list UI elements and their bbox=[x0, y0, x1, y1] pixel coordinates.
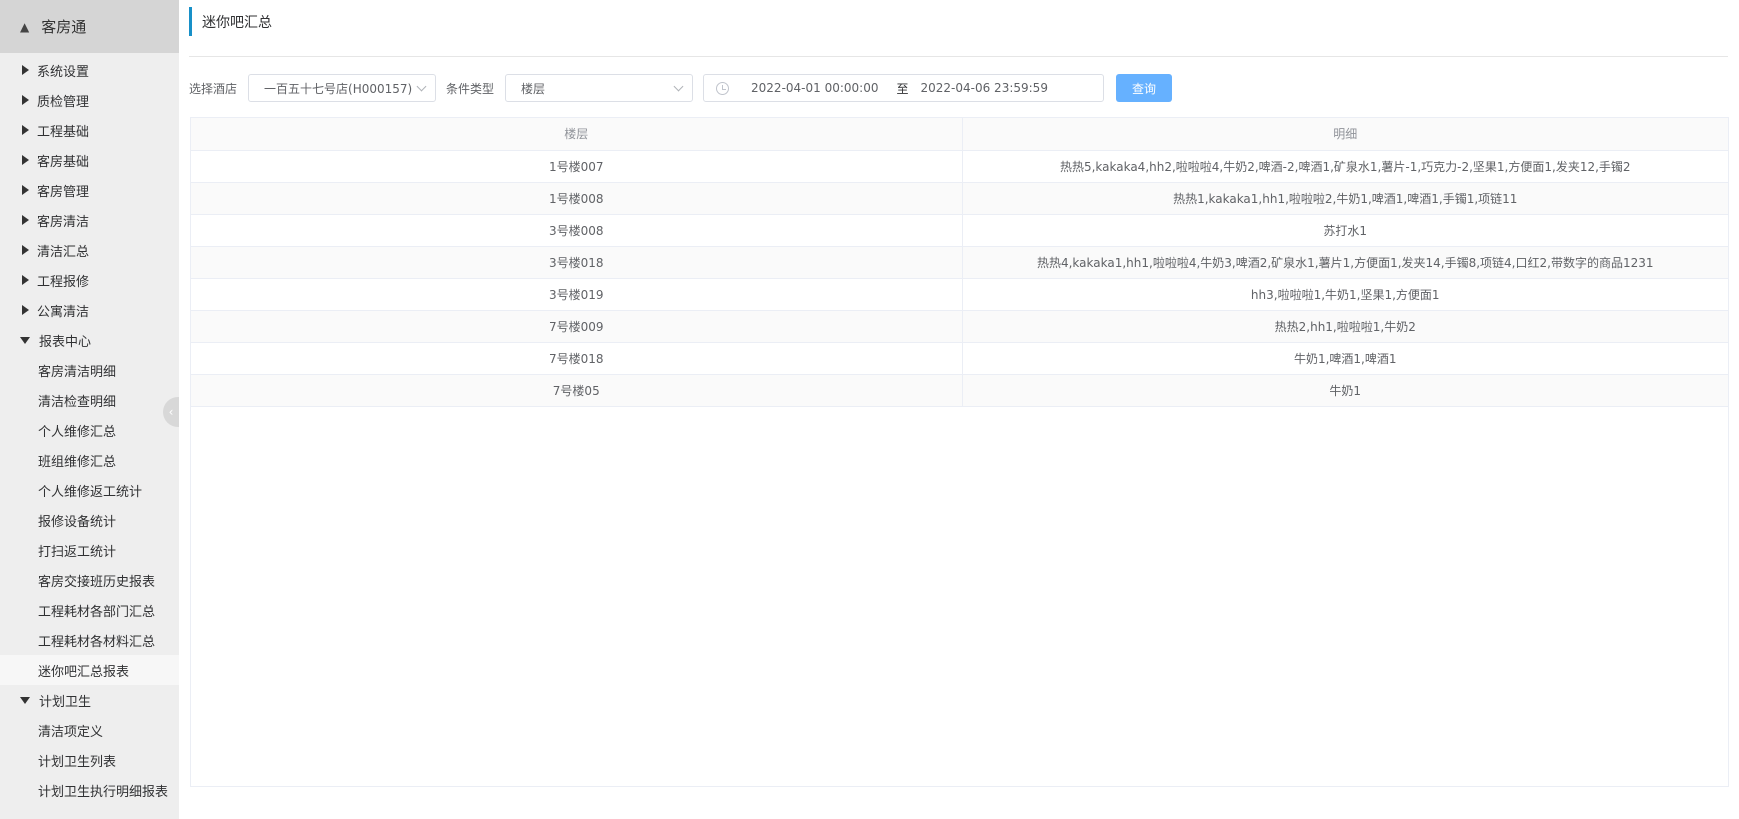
condition-label: 条件类型 bbox=[446, 81, 495, 96]
hotel-select[interactable]: 一百五十七号店(H000157) bbox=[248, 74, 437, 102]
detail-cell: 热热2,hh1,啦啦啦1,牛奶2 bbox=[962, 310, 1728, 343]
column-header-detail[interactable]: 明细 bbox=[962, 118, 1728, 151]
caret-right-icon bbox=[22, 305, 29, 315]
table-row: 3号楼019 hh3,啦啦啦1,牛奶1,坚果1,方便面1 bbox=[191, 278, 1728, 311]
detail-cell: 苏打水1 bbox=[962, 214, 1728, 247]
sidebar-group-label: 公寓清洁 bbox=[37, 304, 90, 320]
sidebar-group-label: 质检管理 bbox=[37, 94, 90, 110]
sidebar-group[interactable]: 公寓清洁 bbox=[0, 295, 179, 325]
table-row: 7号楼009 热热2,hh1,啦啦啦1,牛奶2 bbox=[191, 310, 1728, 343]
floor-cell: 3号楼019 bbox=[191, 278, 963, 311]
clock-icon bbox=[716, 81, 730, 95]
sidebar-group-label: 客房基础 bbox=[37, 154, 90, 170]
sidebar-item[interactable]: 计划卫生列表 bbox=[0, 745, 179, 775]
sidebar-group-label: 系统设置 bbox=[37, 64, 90, 80]
app-title: 客房通 bbox=[41, 18, 87, 36]
sidebar-group[interactable]: 系统设置 bbox=[0, 55, 179, 85]
caret-right-icon bbox=[22, 215, 29, 225]
floor-cell: 1号楼008 bbox=[191, 182, 963, 215]
detail-cell: 牛奶1 bbox=[962, 374, 1728, 407]
detail-cell: hh3,啦啦啦1,牛奶1,坚果1,方便面1 bbox=[962, 278, 1728, 311]
caret-right-icon bbox=[22, 95, 29, 105]
floor-cell: 7号楼009 bbox=[191, 310, 963, 343]
table-row: 1号楼008 热热1,kakaka1,hh1,啦啦啦2,牛奶1,啤酒1,啤酒1,手… bbox=[191, 182, 1728, 215]
sidebar-group[interactable]: 工程基础 bbox=[0, 115, 179, 145]
table-row: 7号楼05 牛奶1 bbox=[191, 374, 1728, 407]
condition-select[interactable]: 楼层 bbox=[505, 74, 694, 102]
sidebar-item[interactable]: 工程耗材各材料汇总 bbox=[0, 625, 179, 655]
sidebar-item[interactable]: 班组维修汇总 bbox=[0, 445, 179, 475]
app-brand[interactable]: ▲ 客房通 bbox=[0, 0, 179, 53]
floor-cell: 3号楼018 bbox=[191, 246, 963, 279]
sidebar-group-label: 客房管理 bbox=[37, 184, 90, 200]
sidebar-group-label: 报表中心 bbox=[39, 334, 92, 350]
sidebar-group[interactable]: 客房基础 bbox=[0, 145, 179, 175]
sidebar-group-label: 工程报修 bbox=[37, 274, 90, 290]
table-header-row: 楼层 明细 bbox=[191, 118, 1728, 151]
detail-cell: 热热5,kakaka4,hh2,啦啦啦4,牛奶2,啤酒-2,啤酒1,矿泉水1,薯… bbox=[962, 150, 1728, 183]
page-title: 迷你吧汇总 bbox=[189, 7, 272, 36]
sidebar: ▲ 客房通 系统设置质检管理工程基础客房基础客房管理客房清洁清洁汇总工程报修公寓… bbox=[0, 0, 179, 819]
column-header-floor[interactable]: 楼层 bbox=[191, 118, 963, 151]
sidebar-group[interactable]: 客房管理 bbox=[0, 175, 179, 205]
sidebar-item[interactable]: 客房清洁明细 bbox=[0, 355, 179, 385]
caret-down-icon bbox=[20, 696, 30, 704]
floor-cell: 1号楼007 bbox=[191, 150, 963, 183]
detail-cell: 热热4,kakaka1,hh1,啦啦啦4,牛奶3,啤酒2,矿泉水1,薯片1,方便… bbox=[962, 246, 1728, 279]
sidebar-item[interactable]: 迷你吧汇总报表 bbox=[0, 655, 179, 685]
caret-down-icon bbox=[20, 336, 30, 344]
sidebar-group[interactable]: 客房清洁 bbox=[0, 205, 179, 235]
header-divider bbox=[189, 56, 1728, 57]
caret-right-icon bbox=[22, 245, 29, 255]
detail-cell: 牛奶1,啤酒1,啤酒1 bbox=[962, 342, 1728, 375]
chevron-down-icon bbox=[416, 81, 427, 91]
minibar-summary-table: 楼层 明细 1号楼007 热热5,kakaka4,hh2,啦啦啦4,牛奶2,啤酒-… bbox=[190, 117, 1729, 787]
sidebar-item[interactable]: 报修设备统计 bbox=[0, 505, 179, 535]
caret-right-icon bbox=[22, 125, 29, 135]
sidebar-item[interactable]: 清洁项定义 bbox=[0, 715, 179, 745]
sidebar-group[interactable]: 报表中心 bbox=[0, 325, 179, 355]
sidebar-item[interactable]: 个人维修汇总 bbox=[0, 415, 179, 445]
date-end[interactable]: 2022-04-06 23:59:59 bbox=[921, 81, 1048, 95]
sidebar-item[interactable]: 打扫返工统计 bbox=[0, 535, 179, 565]
sidebar-item[interactable]: 个人维修返工统计 bbox=[0, 475, 179, 505]
sidebar-group-label: 工程基础 bbox=[37, 124, 90, 140]
sidebar-group[interactable]: 质检管理 bbox=[0, 85, 179, 115]
sidebar-menu: 系统设置质检管理工程基础客房基础客房管理客房清洁清洁汇总工程报修公寓清洁报表中心… bbox=[0, 53, 179, 805]
table-row: 3号楼008 苏打水1 bbox=[191, 214, 1728, 247]
floor-cell: 3号楼008 bbox=[191, 214, 963, 247]
detail-cell: 热热1,kakaka1,hh1,啦啦啦2,牛奶1,啤酒1,啤酒1,手镯1,项链1… bbox=[962, 182, 1728, 215]
floor-cell: 7号楼05 bbox=[191, 374, 963, 407]
date-start[interactable]: 2022-04-01 00:00:00 bbox=[751, 81, 878, 95]
sidebar-group[interactable]: 工程报修 bbox=[0, 265, 179, 295]
home-icon: ▲ bbox=[20, 19, 30, 34]
filter-bar: 选择酒店 一百五十七号店(H000157) 条件类型 楼层 2022-04-01… bbox=[189, 74, 1173, 102]
table-row: 3号楼018 热热4,kakaka1,hh1,啦啦啦4,牛奶3,啤酒2,矿泉水1,… bbox=[191, 246, 1728, 279]
sidebar-item[interactable]: 客房交接班历史报表 bbox=[0, 565, 179, 595]
caret-right-icon bbox=[22, 185, 29, 195]
chevron-down-icon bbox=[673, 81, 684, 91]
table-row: 1号楼007 热热5,kakaka4,hh2,啦啦啦4,牛奶2,啤酒-2,啤酒1,… bbox=[191, 150, 1728, 183]
condition-select-value: 楼层 bbox=[521, 81, 546, 96]
caret-right-icon bbox=[22, 275, 29, 285]
sidebar-item[interactable]: 工程耗材各部门汇总 bbox=[0, 595, 179, 625]
hotel-label: 选择酒店 bbox=[189, 81, 238, 96]
sidebar-item[interactable]: 清洁检查明细 bbox=[0, 385, 179, 415]
sidebar-group-label: 计划卫生 bbox=[39, 694, 92, 710]
main-content: 迷你吧汇总 选择酒店 一百五十七号店(H000157) 条件类型 楼层 2022… bbox=[179, 0, 1739, 819]
sidebar-group-label: 客房清洁 bbox=[37, 214, 90, 230]
sidebar-group-label: 清洁汇总 bbox=[37, 244, 90, 260]
caret-right-icon bbox=[22, 65, 29, 75]
hotel-select-value: 一百五十七号店(H000157) bbox=[264, 81, 413, 96]
date-range-picker[interactable]: 2022-04-01 00:00:00 至 2022-04-06 23:59:5… bbox=[703, 74, 1105, 102]
sidebar-group[interactable]: 清洁汇总 bbox=[0, 235, 179, 265]
caret-right-icon bbox=[22, 155, 29, 165]
table-row: 7号楼018 牛奶1,啤酒1,啤酒1 bbox=[191, 342, 1728, 375]
query-button[interactable]: 查询 bbox=[1116, 74, 1173, 102]
sidebar-group[interactable]: 计划卫生 bbox=[0, 685, 179, 715]
sidebar-item[interactable]: 计划卫生执行明细报表 bbox=[0, 775, 179, 805]
floor-cell: 7号楼018 bbox=[191, 342, 963, 375]
date-separator: 至 bbox=[896, 81, 909, 96]
